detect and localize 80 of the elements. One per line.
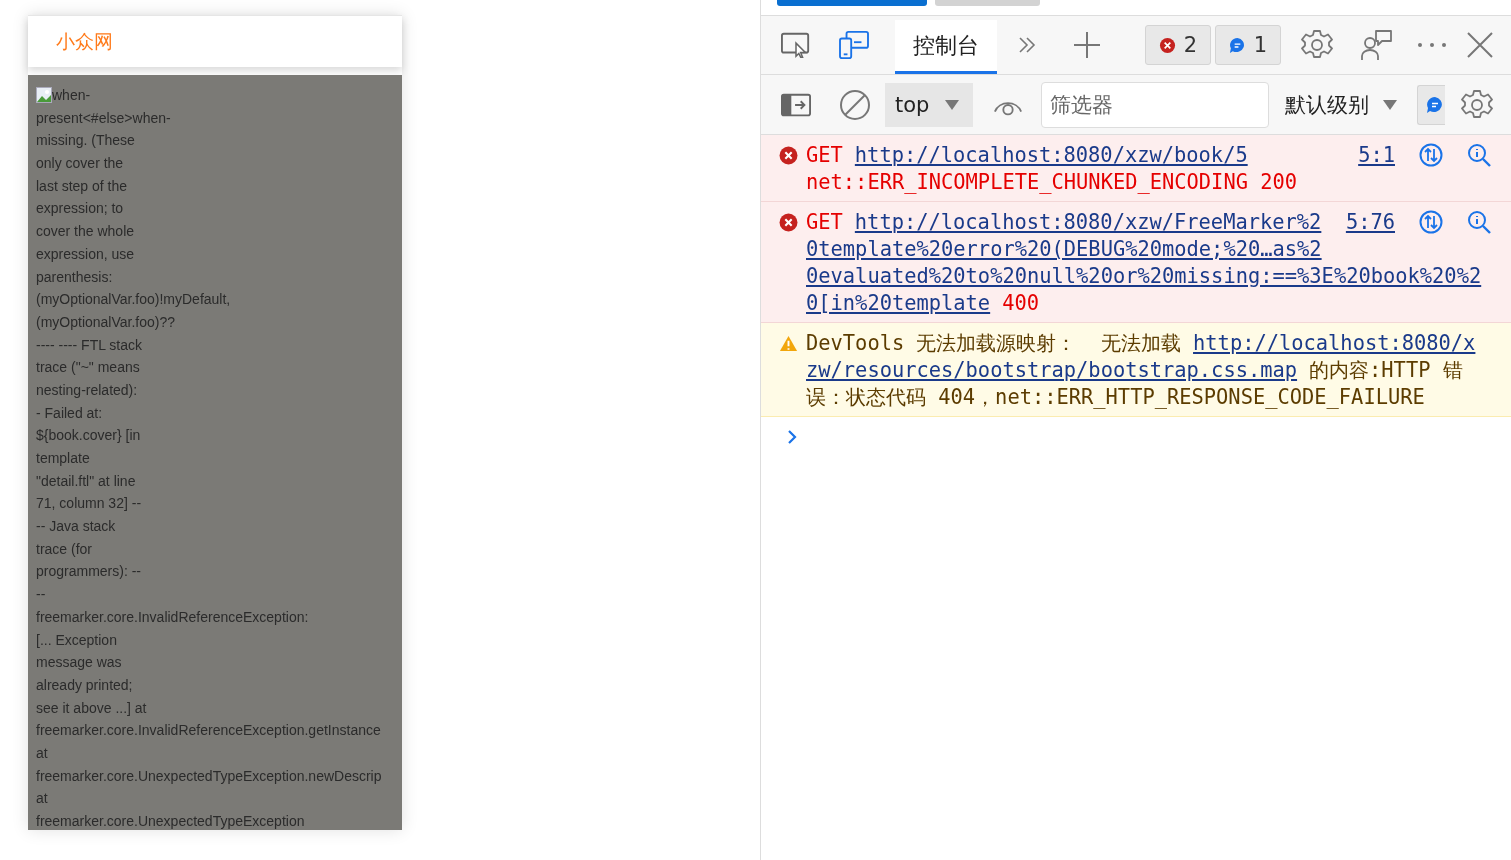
request-method: GET [806,142,843,169]
dropdown-icon [945,99,960,110]
error-icon [779,146,798,165]
more-options-icon[interactable] [1417,42,1447,48]
inspect-icon[interactable] [781,31,811,59]
message-text: 误：状态代码 404，net::ERR_HTTP_RESPONSE_CODE_FAILURE [806,384,1425,411]
close-icon[interactable] [1467,32,1493,58]
message-icon [1228,36,1246,54]
error-text-line: -- [36,585,46,605]
error-text-line: present<#else>when- [36,108,171,128]
clear-console-icon[interactable] [839,88,871,121]
settings-icon[interactable] [1301,29,1333,61]
error-text-line: at [36,743,48,763]
error-text-line: (myOptionalVar.foo)!myDefault, [36,290,231,310]
url-link[interactable]: 0[in%20template [806,290,991,317]
prompt-icon[interactable] [787,429,797,445]
error-text-line: at [36,789,48,809]
message-text: 400 [1002,290,1039,317]
error-text-line: cover the whole [36,222,135,242]
url-link[interactable]: 0template%20error%20(DEBUG%20mode;%20…as%2 [806,236,1322,263]
source-link[interactable]: 5:76 [1345,209,1395,236]
error-text-line: "detail.ftl" at line [36,471,136,491]
error-text-line: last step of the [36,176,128,196]
url-link[interactable]: http://localhost:8080/xzw/FreeMarker%2 [854,209,1322,236]
url-link[interactable]: zw/resources/bootstrap/bootstrap.css.map [806,357,1298,384]
error-text-line: only cover the [36,154,124,174]
error-text-line: 71, column 32] -- [36,494,142,514]
more-tabs-icon[interactable] [1017,35,1037,55]
error-text-line: ---- ---- FTL stack [36,335,142,355]
error-text-line: see it above ...] at [36,698,147,718]
error-text-line: -- Java stack [36,517,116,537]
error-text-line: expression; to [36,199,124,219]
context-select[interactable]: top [885,82,973,127]
message-icon [1426,95,1444,114]
error-text-line: freemarker.core.InvalidReferenceException.getInstance [36,721,381,741]
error-text-line: freemarker.core.UnexpectedTypeException [36,812,305,831]
error-text-line: - Failed at: [36,403,103,423]
error-icon [1158,36,1176,54]
error-text-line: programmers): -- [36,562,141,582]
dropdown-icon [1383,99,1397,110]
request-method: GET [806,209,843,236]
url-link[interactable]: http://localhost:8080/xzw/book/5 [854,142,1248,169]
error-text-line: freemarker.core.UnexpectedTypeException.newDescrip [36,766,382,786]
warning-icon [779,334,798,353]
search-icon[interactable] [1467,210,1491,234]
error-text-line: ${book.cover} [in [36,426,141,446]
url-link[interactable]: http://localhost:8080/x [1193,330,1476,357]
error-text-line: [... Exception [36,630,117,650]
error-text-line: trace (for [36,539,92,559]
error-text-line: template [36,449,90,468]
add-tab-icon[interactable] [1073,31,1101,59]
source-link[interactable]: 5:1 [1358,142,1395,169]
message-text: 的内容:HTTP 错 [1309,357,1463,384]
issues-button[interactable] [1417,84,1445,125]
feedback-icon[interactable] [1361,29,1393,61]
error-text-line: trace ("~" means [36,358,140,378]
error-text-line: nesting-related): [36,380,138,400]
log-level-select[interactable]: 默认级别 [1285,90,1397,119]
network-request-icon[interactable] [1419,210,1443,234]
device-icon[interactable] [839,31,869,59]
console-tab[interactable]: 控制台 [895,20,997,74]
error-text-line: freemarker.core.InvalidReferenceException: [36,607,309,627]
error-text-line: expression, use [36,244,135,264]
error-text-line: when- [52,86,91,105]
error-text-line: missing. (These [36,131,135,151]
filter-field[interactable]: 筛选器 [1041,81,1269,128]
error-text-line: already printed; [36,675,133,695]
message-text: net::ERR_INCOMPLETE_CHUNKED_ENCODING 200 [806,169,1298,196]
url-link[interactable]: 0evaluated%20to%20null%20or%20missing:==%3E%20book%20%2 [806,263,1482,290]
error-text-line: (myOptionalVar.foo)?? [36,312,176,332]
network-request-icon[interactable] [1419,143,1443,167]
error-text-line: message was [36,653,122,673]
message-count-button[interactable]: 1 [1215,25,1281,65]
broken-image-icon [36,87,52,104]
error-icon [779,213,798,232]
message-text: DevTools 无法加载源映射： 无法加载 [806,330,1182,357]
settings-icon[interactable] [1461,88,1493,121]
error-text-line: parenthesis: [36,267,113,287]
search-icon[interactable] [1467,143,1491,167]
error-count-button[interactable]: 2 [1145,25,1211,65]
